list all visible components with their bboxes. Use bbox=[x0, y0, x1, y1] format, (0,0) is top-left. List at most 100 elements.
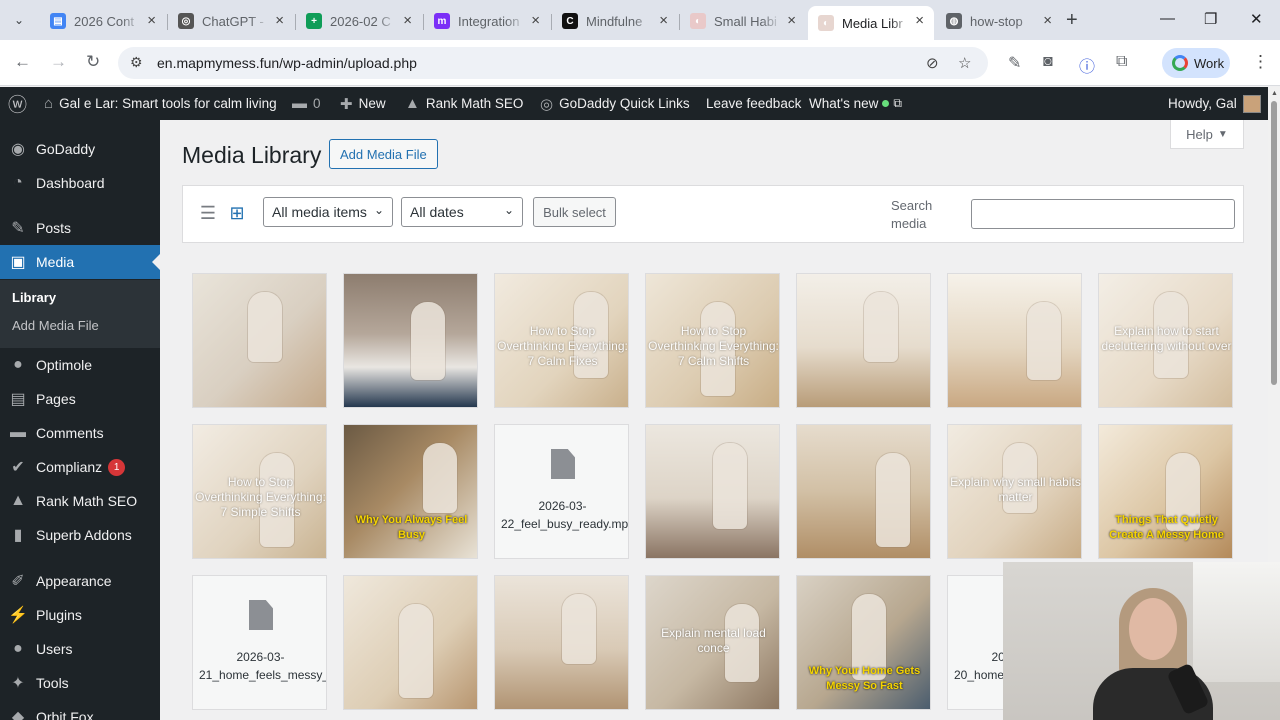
media-attachment-image[interactable]: How to Stop Overthinking Everything: 7 C… bbox=[494, 273, 629, 408]
tab-close-icon[interactable]: × bbox=[659, 12, 668, 29]
whats-new-link[interactable]: What's new ⧉ bbox=[809, 87, 902, 120]
browser-tab[interactable]: +2026-02 C × bbox=[296, 6, 422, 36]
tab-close-icon[interactable]: × bbox=[275, 12, 284, 29]
media-attachment-image[interactable]: How to Stop Overthinking Everything: 7 C… bbox=[645, 273, 780, 408]
leave-feedback-link[interactable]: Leave feedback bbox=[706, 87, 801, 120]
media-attachment-image[interactable]: Explain how to start decluttering withou… bbox=[1098, 273, 1233, 408]
browser-tab[interactable]: ▤ 2026 Cont × bbox=[40, 6, 166, 36]
browser-tab[interactable]: ◐ Media Libr × bbox=[808, 6, 934, 40]
restore-icon[interactable]: ❐ bbox=[1204, 10, 1217, 28]
new-tab-icon[interactable]: + bbox=[1066, 9, 1078, 32]
media-attachment-image[interactable] bbox=[494, 575, 629, 710]
tab-close-icon[interactable]: × bbox=[531, 12, 540, 29]
tab-close-icon[interactable]: × bbox=[787, 12, 796, 29]
sidebar-item-posts[interactable]: ✎ Posts bbox=[0, 211, 160, 245]
sidebar-item-users[interactable]: ● Users bbox=[0, 632, 160, 666]
sidebar-item-plugins[interactable]: ⚡ Plugins bbox=[0, 598, 160, 632]
date-filter[interactable]: All dates ⌄ bbox=[401, 197, 523, 227]
submenu-add-media-file[interactable]: Add Media File bbox=[12, 318, 99, 333]
tab-close-icon[interactable]: × bbox=[1043, 12, 1052, 29]
media-type-filter[interactable]: All media items ⌄ bbox=[263, 197, 393, 227]
webcam-window bbox=[1193, 562, 1280, 682]
sidebar-item-orbit-fox[interactable]: ◆ Orbit Fox bbox=[0, 700, 160, 720]
window-close-icon[interactable]: ✕ bbox=[1250, 10, 1263, 28]
media-attachment-image[interactable] bbox=[343, 575, 478, 710]
scrollbar-thumb[interactable] bbox=[1271, 101, 1277, 385]
media-attachment-image[interactable]: Things That Quietly Create A Messy Home bbox=[1098, 424, 1233, 559]
chevron-down-icon: ⌄ bbox=[503, 203, 514, 217]
password-extension-icon[interactable]: ⓘ bbox=[1079, 53, 1095, 77]
tab-search-chevron-icon[interactable]: ⌄ bbox=[8, 9, 30, 31]
browser-tab[interactable]: m Integration × bbox=[424, 6, 550, 36]
my-account-link[interactable]: Howdy, Gal bbox=[1168, 87, 1261, 120]
tab-close-icon[interactable]: × bbox=[915, 12, 924, 29]
sidebar-item-dashboard[interactable]: ◔ Dashboard bbox=[0, 166, 160, 200]
media-attachment-image[interactable] bbox=[192, 273, 327, 408]
sidebar-item-comments[interactable]: ▬ Comments bbox=[0, 416, 160, 450]
rank-math-link[interactable]: ▲ Rank Math SEO bbox=[405, 87, 523, 120]
media-attachment-image[interactable]: How to Stop Overthinking Everything: 7 S… bbox=[192, 424, 327, 559]
media-attachment-video[interactable]: 2026-03-21_home_feels_messy_ready.mp4 bbox=[192, 575, 327, 710]
profile-button[interactable]: Work bbox=[1162, 48, 1230, 78]
wordpress-logo-icon[interactable]: ⓦ bbox=[8, 87, 27, 120]
back-icon[interactable]: ← bbox=[14, 52, 31, 72]
thumbnail-illustration bbox=[713, 443, 747, 529]
extensions-puzzle-icon[interactable]: ⧉ bbox=[1116, 53, 1127, 71]
browser-tab[interactable]: C Mindfulne × bbox=[552, 6, 678, 36]
sidebar-item-media[interactable]: ▣ Media bbox=[0, 245, 160, 279]
browser-tab[interactable]: ◍ how-stop × bbox=[936, 6, 1062, 36]
sidebar-item-pages[interactable]: ▤ Pages bbox=[0, 382, 160, 416]
comments-link[interactable]: ▬ 0 bbox=[292, 87, 321, 120]
godaddy-links-label: GoDaddy Quick Links bbox=[559, 96, 690, 111]
media-attachment-image[interactable] bbox=[947, 273, 1082, 408]
browser-menu-icon[interactable]: ⋮ bbox=[1252, 52, 1269, 72]
media-attachment-image[interactable] bbox=[796, 424, 931, 559]
grid-view-icon[interactable]: ⊞ bbox=[227, 203, 247, 223]
godaddy-quick-links[interactable]: ◎ GoDaddy Quick Links bbox=[540, 87, 690, 120]
media-attachment-image[interactable] bbox=[645, 424, 780, 559]
browser-tab[interactable]: ◐ Small Habi × bbox=[680, 6, 806, 36]
pen-extension-icon[interactable]: ✎ bbox=[1008, 53, 1021, 73]
media-attachment-image[interactable] bbox=[343, 273, 478, 408]
forward-icon[interactable]: → bbox=[50, 52, 67, 72]
browser-tab[interactable]: ◎ ChatGPT - × bbox=[168, 6, 294, 36]
media-attachment-image[interactable]: Explain mental load conce bbox=[645, 575, 780, 710]
sidebar-item-rank-math-seo[interactable]: ▲ Rank Math SEO bbox=[0, 484, 160, 518]
minimize-icon[interactable]: — bbox=[1160, 10, 1175, 27]
tab-favicon-icon: m bbox=[434, 13, 450, 29]
media-attachment-video[interactable]: 2026-03-22_feel_busy_ready.mp4 bbox=[494, 424, 629, 559]
search-media-input[interactable] bbox=[971, 199, 1235, 229]
media-attachment-image[interactable]: Why You Always Feel Busy bbox=[343, 424, 478, 559]
media-attachment-image[interactable]: Explain why small habits matter bbox=[947, 424, 1082, 559]
list-view-icon[interactable]: ☰ bbox=[198, 203, 218, 223]
bulk-select-button[interactable]: Bulk select bbox=[533, 197, 616, 227]
tab-close-icon[interactable]: × bbox=[403, 12, 412, 29]
address-bar[interactable]: ⚙ en.mapmymess.fun/wp-admin/upload.php ⊘… bbox=[118, 47, 988, 79]
new-content-link[interactable]: ✚ New bbox=[340, 87, 386, 120]
sidebar-item-appearance[interactable]: ✐ Appearance bbox=[0, 564, 160, 598]
addons-icon: ▮ bbox=[13, 527, 23, 544]
site-name-link[interactable]: ⌂ Gal e Lar: Smart tools for calm living bbox=[44, 87, 277, 120]
sidebar-item-label: Rank Math SEO bbox=[36, 493, 138, 509]
add-media-file-button[interactable]: Add Media File bbox=[329, 139, 438, 169]
media-attachment-image[interactable]: Why Your Home Gets Messy So Fast bbox=[796, 575, 931, 710]
media-attachment-image[interactable] bbox=[796, 273, 931, 408]
sidebar-item-godaddy[interactable]: ◉ GoDaddy bbox=[0, 132, 160, 166]
thumbnail-illustration bbox=[399, 604, 433, 698]
help-tab[interactable]: Help ▼ bbox=[1170, 120, 1244, 149]
site-info-icon[interactable]: ⚙ bbox=[130, 54, 143, 71]
tab-favicon-icon: ◐ bbox=[818, 15, 834, 31]
sidebar-item-superb-addons[interactable]: ▮ Superb Addons bbox=[0, 518, 160, 552]
tab-close-icon[interactable]: × bbox=[147, 12, 156, 29]
scroll-up-icon[interactable]: ▲ bbox=[1271, 90, 1278, 97]
install-app-icon[interactable]: ⊘ bbox=[926, 54, 939, 72]
home-icon: ⌂ bbox=[44, 95, 54, 112]
reload-icon[interactable]: ↻ bbox=[86, 52, 100, 72]
camera-extension-icon[interactable]: ◙ bbox=[1043, 53, 1053, 71]
sidebar-item-optimole[interactable]: ● Optimole bbox=[0, 348, 160, 382]
sidebar-item-complianz[interactable]: ✔ Complianz 1 bbox=[0, 450, 160, 484]
sidebar-item-tools[interactable]: ✦ Tools bbox=[0, 666, 160, 700]
url-text[interactable]: en.mapmymess.fun/wp-admin/upload.php bbox=[157, 55, 417, 71]
bookmark-star-icon[interactable]: ☆ bbox=[958, 54, 971, 72]
submenu-library[interactable]: Library bbox=[12, 290, 56, 305]
